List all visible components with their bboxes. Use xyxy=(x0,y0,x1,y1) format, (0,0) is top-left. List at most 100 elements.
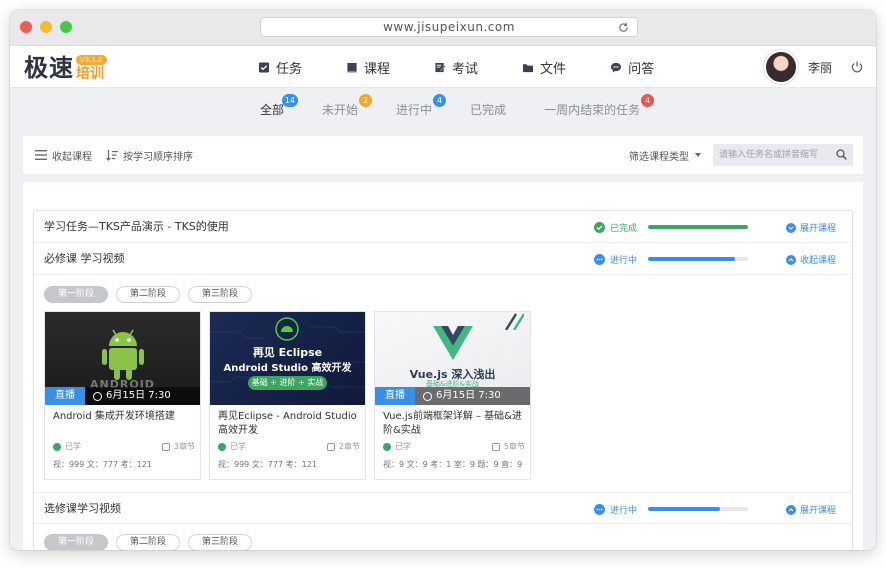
course-title: 再见Eclipse - Android Studio 高效开发 xyxy=(218,411,357,436)
chapter-icon xyxy=(491,442,500,451)
course-book-icon xyxy=(347,62,357,73)
task-filter-tabs: 全部 14 未开始 2 进行中 4 已完成 一周内结束的任务 4 xyxy=(10,88,876,130)
menu-item-exams[interactable]: 考试 xyxy=(434,46,478,88)
vue-logo-icon xyxy=(433,326,473,360)
course-stats: 视：999 文：777 考：121 xyxy=(53,460,152,469)
menu-label: 问答 xyxy=(628,61,655,77)
sort-icon xyxy=(106,149,118,161)
stage-tab-3[interactable]: 第三阶段 xyxy=(188,534,253,550)
filter-label: 已完成 xyxy=(470,102,507,117)
filter-label: 未开始 xyxy=(322,102,359,117)
folder-icon xyxy=(523,63,534,72)
menu-item-courses[interactable]: 课程 xyxy=(346,46,390,88)
url-text: www.jisupeixun.com xyxy=(383,20,515,34)
course-thumbnail: Vue.js 深入浅出 基础&进阶&实战 直播 6月15日 7:30 xyxy=(375,312,530,405)
filter-tab-completed[interactable]: 已完成 xyxy=(470,101,506,118)
menu-label: 文件 xyxy=(540,61,567,77)
chapter-icon xyxy=(326,442,335,451)
address-bar[interactable]: www.jisupeixun.com xyxy=(260,17,638,37)
section-title: 选修课学习视频 xyxy=(44,502,121,515)
expand-course-button[interactable]: 展开课程 xyxy=(786,221,836,234)
avatar[interactable] xyxy=(763,50,798,84)
android-robot-icon xyxy=(102,329,144,380)
progress-bar xyxy=(648,507,748,511)
exam-pencil-icon xyxy=(435,62,446,72)
filter-tab-in-progress[interactable]: 进行中 4 xyxy=(396,93,447,118)
user-name[interactable]: 李丽 xyxy=(808,59,832,76)
task-title: 学习任务—TKS产品演示 - TKS的使用 xyxy=(44,220,229,233)
task-card: 学习任务—TKS产品演示 - TKS的使用 已完成 展开课程 必修课 学习视频 xyxy=(33,210,853,550)
expand-course-button[interactable]: 展开课程 xyxy=(786,503,836,516)
course-card[interactable]: 再见 Eclipse Android Studio 高效开发 基础 + 进阶 +… xyxy=(209,311,366,480)
corner-stripes-icon xyxy=(504,313,524,330)
thumbnail-title-line2: Android Studio 高效开发 xyxy=(223,363,352,374)
maximize-window-button[interactable] xyxy=(60,21,72,33)
search-icon[interactable] xyxy=(836,149,847,160)
task-panel: 学习任务—TKS产品演示 - TKS的使用 已完成 展开课程 必修课 学习视频 xyxy=(23,182,863,550)
sort-by-order-button[interactable]: 按学习顺序排序 xyxy=(106,148,193,163)
status-in-progress: 进行中 xyxy=(594,253,637,266)
browser-chrome: www.jisupeixun.com xyxy=(10,10,876,46)
chevron-up-circle-icon xyxy=(786,254,796,265)
task-header-row[interactable]: 学习任务—TKS产品演示 - TKS的使用 已完成 展开课程 xyxy=(34,211,852,243)
collapse-course-button[interactable]: 收起课程 xyxy=(786,253,836,266)
count-badge: 4 xyxy=(641,93,655,107)
stage-tabs: 第一阶段 第二阶段 第三阶段 xyxy=(44,534,260,550)
search-box xyxy=(713,144,853,166)
close-window-button[interactable] xyxy=(20,21,32,33)
menu-item-files[interactable]: 文件 xyxy=(522,46,566,88)
minimize-window-button[interactable] xyxy=(40,21,52,33)
chevron-down-circle-icon xyxy=(786,222,796,233)
learned-status-icon xyxy=(218,442,226,451)
browser-window: www.jisupeixun.com 极速 V3.1.0 培训 任务 课程 考试… xyxy=(10,10,876,550)
course-card[interactable]: ANDROID 直播 6月15日 7:30 Android 集成开发环境搭建 已… xyxy=(44,311,201,480)
course-stats: 视：9 文：9 考：1 室：9 题：9 直：9 xyxy=(383,460,523,469)
collapse-courses-button[interactable]: 收起课程 xyxy=(35,148,92,163)
logo-sub-text: 培训 xyxy=(76,66,104,82)
schedule-bar: 6月15日 7:30 xyxy=(85,387,200,405)
stage-tab-3[interactable]: 第三阶段 xyxy=(188,286,253,303)
filter-tab-all[interactable]: 全部 14 xyxy=(260,93,299,118)
learned-status-icon xyxy=(383,442,391,451)
clock-icon xyxy=(423,391,432,401)
schedule-bar: 6月15日 7:30 xyxy=(415,387,530,405)
check-circle-icon xyxy=(594,222,605,233)
reload-icon[interactable] xyxy=(618,20,629,38)
course-title: Android 集成开发环境搭建 xyxy=(53,411,175,422)
filter-label: 全部 xyxy=(260,102,285,117)
elective-section-row[interactable]: 选修课学习视频 进行中 展开课程 xyxy=(34,492,852,524)
count-badge: 14 xyxy=(281,93,299,107)
dots-circle-icon xyxy=(594,254,605,265)
live-badge: 直播 xyxy=(375,387,415,405)
section-title: 必修课 学习视频 xyxy=(44,252,125,265)
status-in-progress: 进行中 xyxy=(594,503,637,516)
required-section-row[interactable]: 必修课 学习视频 进行中 收起课程 xyxy=(34,243,852,275)
course-title: Vue.js前端框架详解 – 基础&进阶&实战 xyxy=(383,411,522,436)
count-badge: 2 xyxy=(359,93,373,107)
filter-tab-not-started[interactable]: 未开始 2 xyxy=(322,93,373,118)
filter-label: 一周内结束的任务 xyxy=(544,102,641,117)
menu-label: 考试 xyxy=(452,61,479,77)
stage-tab-1[interactable]: 第一阶段 xyxy=(44,534,109,550)
course-card[interactable]: Vue.js 深入浅出 基础&进阶&实战 直播 6月15日 7:30 Vue.j… xyxy=(374,311,531,480)
course-list: ANDROID 直播 6月15日 7:30 Android 集成开发环境搭建 已… xyxy=(44,311,539,480)
stage-tab-1[interactable]: 第一阶段 xyxy=(44,286,109,303)
brand-logo[interactable]: 极速 V3.1.0 培训 xyxy=(24,52,107,82)
thumbnail-tag: 基础 + 进阶 + 实战 xyxy=(248,376,327,390)
menu-lines-icon xyxy=(35,150,47,160)
course-type-select[interactable]: 筛选课程类型 xyxy=(629,148,701,163)
menu-label: 课程 xyxy=(364,61,391,77)
version-badge: V3.1.0 xyxy=(76,55,107,65)
logo-main-text: 极速 xyxy=(24,53,74,82)
task-checkbox-icon xyxy=(258,61,270,73)
menu-item-qa[interactable]: 问答 xyxy=(610,46,654,88)
filter-tab-ending-this-week[interactable]: 一周内结束的任务 4 xyxy=(544,93,655,118)
stage-tab-2[interactable]: 第二阶段 xyxy=(116,286,181,303)
search-input[interactable] xyxy=(713,144,827,166)
chapter-icon xyxy=(161,442,170,451)
power-icon[interactable] xyxy=(850,60,864,74)
menu-item-tasks[interactable]: 任务 xyxy=(258,46,302,88)
stage-tab-2[interactable]: 第二阶段 xyxy=(116,534,181,550)
course-thumbnail: 再见 Eclipse Android Studio 高效开发 基础 + 进阶 +… xyxy=(210,312,365,405)
progress-bar xyxy=(648,257,748,261)
